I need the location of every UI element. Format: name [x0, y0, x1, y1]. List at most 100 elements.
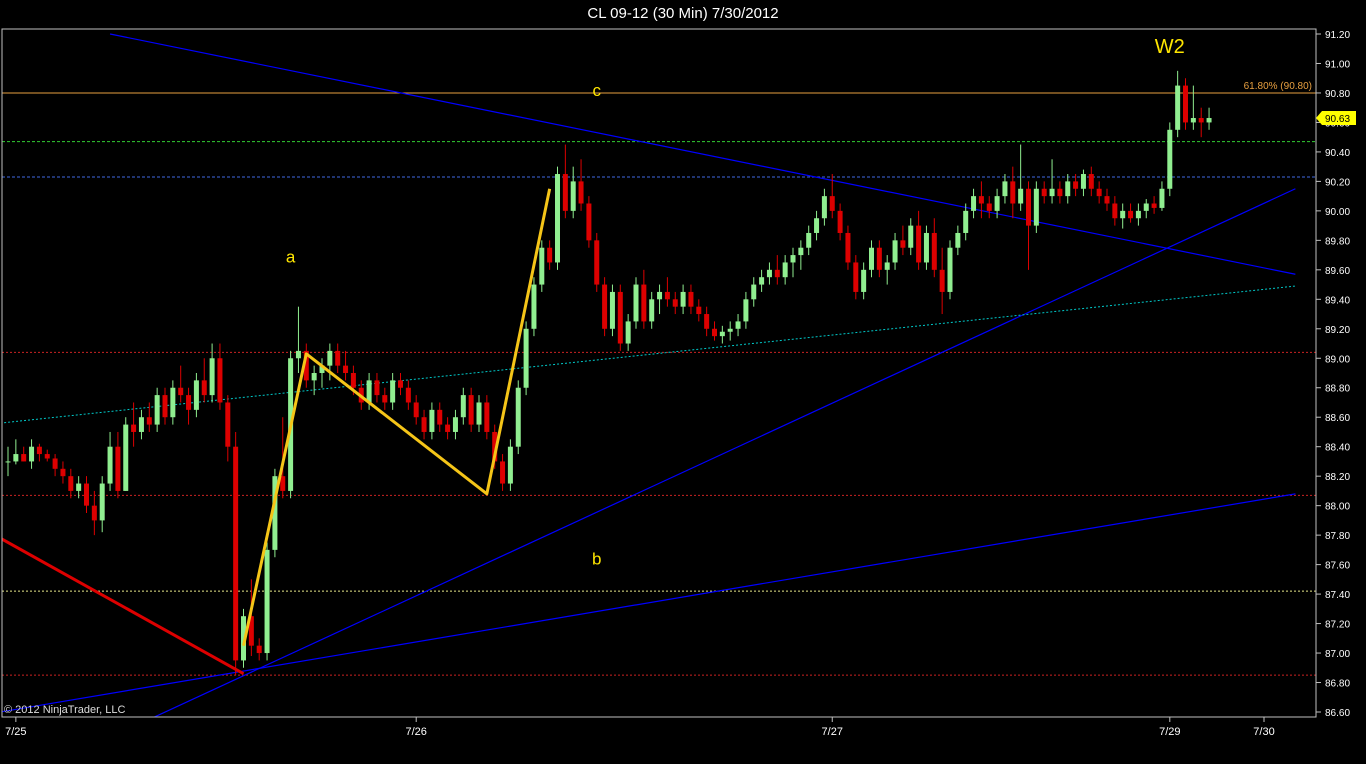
candle-42 [335, 343, 341, 373]
y-tick-label: 91.00 [1325, 59, 1350, 70]
candle-body [1135, 210, 1141, 219]
y-tick-label: 89.80 [1325, 236, 1350, 247]
candle-body [335, 350, 341, 366]
candle-body [366, 380, 372, 403]
candle-body [1206, 118, 1212, 123]
candle-80 [633, 277, 639, 329]
candle-63 [500, 454, 506, 491]
candle-body [955, 232, 961, 248]
candle-68 [539, 240, 545, 292]
candle-7 [60, 461, 66, 484]
y-tick-label: 88.40 [1325, 443, 1350, 454]
candle-28 [225, 395, 231, 462]
candle-body [170, 387, 176, 418]
candle-body [994, 196, 1000, 211]
candle-body [1088, 174, 1094, 189]
candle-138 [1088, 166, 1094, 197]
candle-body [1128, 210, 1134, 219]
candle-142 [1120, 203, 1126, 229]
candle-123 [971, 188, 977, 219]
candle-130 [1026, 181, 1031, 270]
y-tick-label: 89.00 [1325, 354, 1350, 365]
candle-body [421, 417, 427, 432]
candle-body [186, 395, 192, 410]
wave-label-b: b [592, 550, 601, 569]
candle-body [295, 350, 301, 359]
candle-body [869, 247, 874, 270]
candle-body [1167, 129, 1173, 189]
candle-24 [193, 373, 199, 418]
candle-76 [602, 277, 608, 337]
candle-body [21, 454, 27, 462]
candle-body [193, 380, 199, 410]
candle-body [782, 262, 788, 278]
trend-line-1 [152, 188, 1296, 717]
candle-body [664, 291, 670, 300]
candle-48 [382, 387, 388, 410]
candle-body [570, 181, 576, 211]
candle-body [696, 306, 702, 315]
candle-49 [390, 373, 396, 410]
candle-9 [76, 476, 82, 499]
candle-150 [1183, 78, 1188, 130]
candle-15 [123, 417, 129, 491]
candle-32 [256, 638, 262, 661]
candle-3 [29, 439, 35, 469]
candle-144 [1135, 203, 1141, 226]
candle-132 [1041, 181, 1047, 204]
candle-95 [751, 277, 757, 307]
candle-body [759, 277, 765, 285]
candle-135 [1065, 174, 1071, 204]
candle-body [617, 291, 623, 344]
candle-66 [523, 321, 529, 396]
trend-line-0 [109, 33, 1296, 275]
candle-5 [44, 449, 50, 462]
candle-body [1080, 174, 1086, 189]
candle-113 [892, 232, 898, 270]
candle-117 [923, 225, 929, 270]
candlesticks [5, 70, 1212, 676]
price-chart[interactable]: 61.80% (90.80) W2 c a b 91.20 91.00 90.80 90.6… [0, 0, 1366, 764]
candle-body [429, 409, 435, 432]
candle-body [1065, 181, 1071, 197]
candle-83 [657, 284, 663, 315]
candle-10 [84, 476, 89, 514]
candle-body [562, 174, 568, 211]
candle-body [146, 417, 152, 425]
candle-104 [821, 188, 827, 226]
candle-body [507, 446, 513, 484]
candle-43 [343, 350, 349, 381]
candle-body [437, 409, 443, 425]
y-tick-label: 90.20 [1325, 177, 1350, 188]
candle-body [91, 505, 97, 521]
candle-120 [947, 240, 953, 300]
candle-98 [774, 255, 780, 285]
candle-106 [837, 203, 843, 241]
trend-line-4 [2, 537, 245, 675]
candle-body [60, 468, 66, 477]
candle-body [1143, 203, 1149, 211]
candle-149 [1175, 70, 1181, 138]
y-tick-label: 88.20 [1325, 472, 1350, 483]
candle-body [36, 446, 42, 455]
horizontal-levels: 61.80% (90.80) [2, 81, 1316, 676]
candle-148 [1167, 122, 1173, 197]
y-tick-label: 89.60 [1325, 266, 1350, 277]
candle-33 [264, 542, 270, 661]
candle-body [84, 483, 89, 506]
candle-body [751, 284, 757, 300]
candle-21 [170, 380, 176, 425]
candle-112 [884, 255, 890, 285]
candle-88 [696, 299, 702, 322]
candle-69 [547, 240, 553, 270]
candle-body [586, 203, 592, 241]
candle-85 [672, 291, 678, 315]
candle-body [217, 358, 223, 403]
candle-body [798, 247, 804, 256]
candle-body [5, 461, 11, 463]
candle-body [76, 483, 82, 491]
candle-body [1041, 188, 1047, 197]
candle-131 [1033, 181, 1039, 233]
candle-body [845, 232, 851, 263]
candle-body [986, 203, 992, 211]
